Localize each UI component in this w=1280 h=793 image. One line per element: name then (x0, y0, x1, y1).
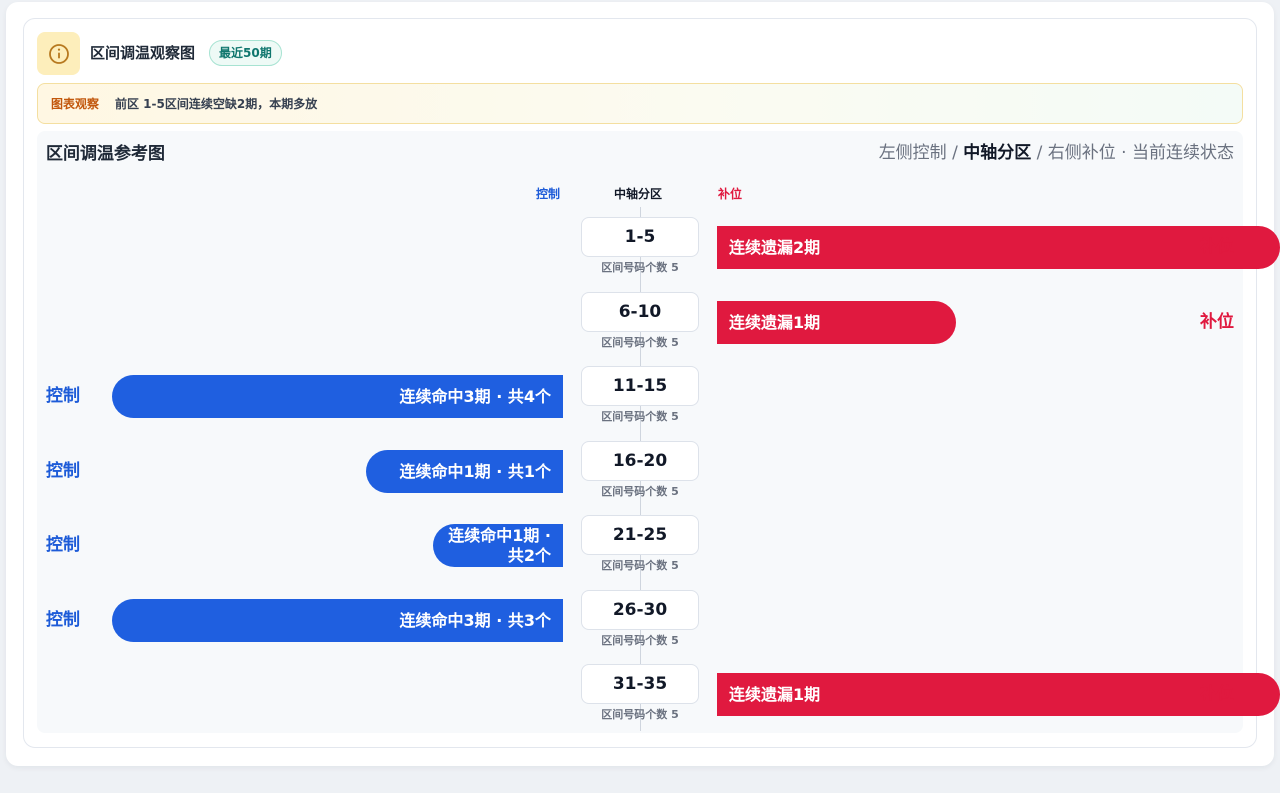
legend-mid: 中轴分区 (963, 143, 1032, 163)
side-label-fill: 补位 (1200, 684, 1234, 704)
range-count: 区间号码个数 5 (601, 485, 679, 498)
range-box: 21-25 (581, 515, 699, 555)
panel-title: 区间调温参考图 (46, 144, 165, 164)
column-header-fill: 补位 (718, 187, 743, 201)
info-icon (37, 32, 80, 75)
range-box: 16-20 (581, 441, 699, 481)
range-box: 1-5 (581, 217, 699, 257)
range-count: 区间号码个数 5 (601, 634, 679, 647)
side-label-fill: 补位 (1200, 237, 1234, 257)
observation-notice: 图表观察 前区 1-5区间连续空缺2期，本期多放 (37, 83, 1243, 124)
range-box: 31-35 (581, 664, 699, 704)
fill-bar: 连续遗漏1期 (717, 301, 956, 344)
legend-dot: · (1115, 143, 1132, 163)
side-label-control: 控制 (46, 386, 80, 406)
side-label-control: 控制 (46, 461, 80, 481)
range-box: 26-30 (581, 590, 699, 630)
side-label-control: 控制 (46, 610, 80, 630)
control-bar: 连续命中3期 · 共3个 (112, 599, 563, 642)
column-header-control: 控制 (536, 187, 561, 201)
control-bar: 连续命中3期 · 共4个 (112, 375, 563, 418)
column-header-middle: 中轴分区 (614, 187, 663, 201)
range-count: 区间号码个数 5 (601, 559, 679, 572)
legend-right: 右侧补位 (1047, 143, 1116, 163)
legend-left: 左侧控制 (878, 143, 947, 163)
range-box: 11-15 (581, 366, 699, 406)
range-count: 区间号码个数 5 (601, 336, 679, 349)
notice-text: 前区 1-5区间连续空缺2期，本期多放 (115, 97, 318, 111)
range-count: 区间号码个数 5 (601, 708, 679, 721)
range-count: 区间号码个数 5 (601, 261, 679, 274)
legend-state: 当前连续状态 (1132, 143, 1234, 163)
legend-sep: / (1031, 143, 1048, 163)
period-badge: 最近50期 (209, 40, 282, 66)
card-title: 区间调温观察图 (90, 44, 196, 62)
fill-bar: 连续遗漏1期 (717, 673, 1280, 716)
side-label-control: 控制 (46, 535, 80, 555)
legend-sep: / (946, 143, 964, 163)
reference-panel: 区间调温参考图 左侧控制 / 中轴分区 / 右侧补位 · 当前连续状态 控制 中… (37, 131, 1280, 733)
panel-legend: 左侧控制 / 中轴分区 / 右侧补位 · 当前连续状态 (879, 143, 1234, 163)
control-bar: 连续命中1期 · 共1个 (366, 450, 563, 493)
side-label-fill: 补位 (1200, 312, 1234, 332)
control-bar: 连续命中1期 · 共2个 (433, 524, 563, 567)
range-box: 6-10 (581, 292, 699, 332)
notice-label: 图表观察 (51, 97, 100, 111)
range-count: 区间号码个数 5 (601, 410, 679, 423)
fill-bar: 连续遗漏2期 (717, 226, 1280, 269)
